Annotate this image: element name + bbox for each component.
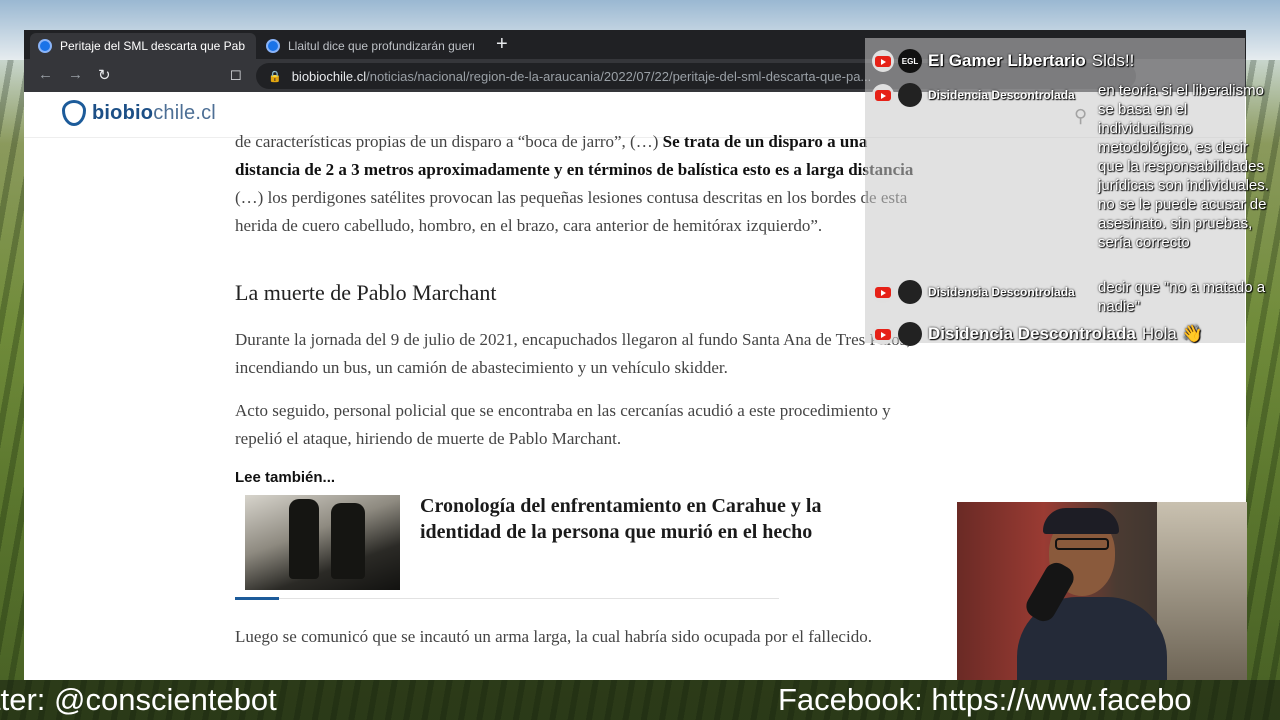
ticker-facebook: Facebook: https://www.facebo — [778, 682, 1192, 717]
chat-message: Disidencia Descontrolada — [872, 280, 1075, 304]
tab-llaitul[interactable]: Llaitul dice que profundizarán guerra c — [258, 33, 482, 59]
related-article-title[interactable]: Cronología del enfrentamiento en Carahue… — [420, 493, 900, 545]
read-also-label: Lee también... — [235, 469, 336, 486]
youtube-icon — [872, 281, 894, 303]
forward-arrow-icon[interactable]: → — [68, 66, 83, 83]
avatar — [898, 280, 922, 304]
image-figure — [289, 499, 319, 579]
social-ticker: tter: @conscientebot Facebook: https://w… — [0, 680, 1280, 720]
site-favicon-icon — [38, 39, 52, 53]
article-paragraph: Luego se comunicó que se incautó un arma… — [235, 627, 872, 646]
chat-text: Hola 👋 — [1141, 324, 1203, 343]
lock-icon: 🔒 — [268, 70, 282, 83]
chat-text: decir que "no a matado a nadie" — [1098, 279, 1266, 315]
avatar — [898, 322, 922, 346]
logo-text: biobiochile.cl — [92, 101, 216, 124]
article-body: de características propias de un disparo… — [235, 128, 935, 240]
chat-message: Disidencia Descontrolada Hola 👋 — [872, 322, 1203, 346]
article-paragraph: Acto seguido, personal policial que se e… — [235, 401, 891, 448]
bookmark-icon[interactable]: ☐ — [230, 68, 242, 84]
url-path: /noticias/nacional/region-de-la-araucani… — [366, 68, 872, 84]
site-logo[interactable]: biobiochile.cl — [62, 100, 216, 126]
url-host: biobiochile.cl — [291, 68, 367, 84]
chat-author: Disidencia Descontrolada — [928, 285, 1075, 299]
related-divider — [235, 598, 779, 599]
chat-author: Disidencia Descontrolada — [928, 324, 1136, 343]
cam-poster — [1157, 502, 1247, 680]
chat-author: El Gamer Libertario — [928, 51, 1086, 70]
chat-text: en teoría si el liberalismo se basa en e… — [1098, 82, 1269, 251]
chat-message: EGL El Gamer Libertario Slds!! — [872, 49, 1134, 73]
youtube-icon — [872, 84, 894, 106]
new-tab-button[interactable]: + — [496, 33, 508, 56]
youtube-icon — [872, 323, 894, 345]
image-figure — [331, 503, 365, 579]
cam-person-glasses — [1055, 538, 1109, 550]
chat-message: Disidencia Descontrolada — [872, 83, 1075, 107]
webcam-feed — [957, 502, 1247, 680]
section-heading: La muerte de Pablo Marchant — [235, 280, 497, 305]
avatar: EGL — [898, 49, 922, 73]
youtube-icon — [872, 50, 894, 72]
related-article-image[interactable] — [245, 495, 400, 590]
chat-text: Slds!! — [1091, 51, 1135, 70]
tab-peritaje[interactable]: Peritaje del SML descarta que Pab — [30, 33, 256, 59]
cam-person-cap — [1043, 508, 1119, 534]
related-divider-accent — [235, 597, 279, 600]
biobio-logo-icon — [62, 100, 86, 126]
article-paragraph-intro: de características propias de un disparo… — [235, 132, 914, 235]
avatar — [898, 83, 922, 107]
site-favicon-icon — [266, 39, 280, 53]
chat-author: Disidencia Descontrolada — [928, 88, 1075, 102]
tab-label: Llaitul dice que profundizarán guerra c — [288, 39, 474, 53]
back-arrow-icon[interactable]: ← — [38, 66, 53, 83]
ticker-twitter: tter: @conscientebot — [0, 682, 277, 717]
tab-label: Peritaje del SML descarta que Pab — [60, 39, 245, 53]
article-paragraph: Durante la jornada del 9 de julio de 202… — [235, 330, 911, 377]
reload-icon[interactable]: ↻ — [98, 66, 111, 84]
